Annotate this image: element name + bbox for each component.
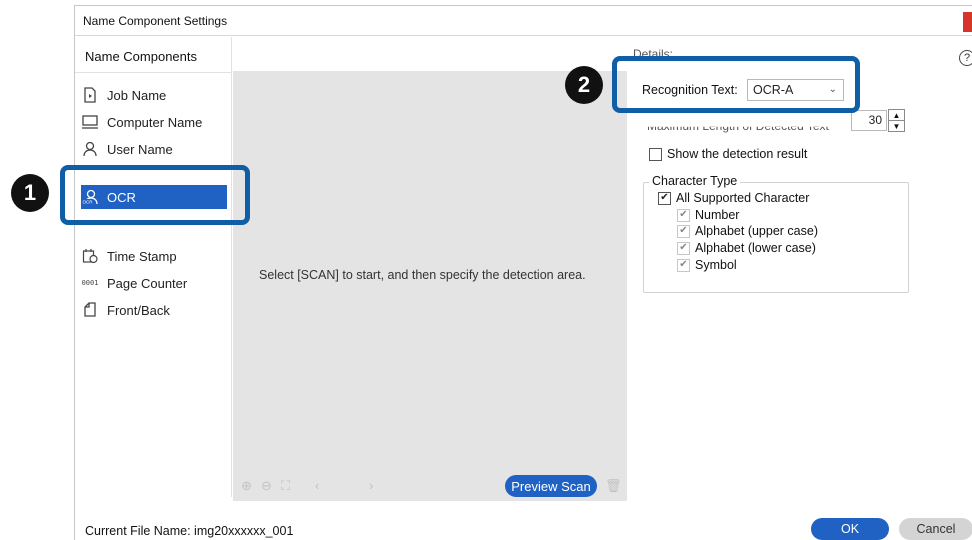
preview-instruction: Select [SCAN] to start, and then specify… <box>259 268 586 282</box>
nav-item-label: Computer Name <box>107 114 203 130</box>
alphabet-lower-checkbox[interactable]: ✔ Alphabet (lower case) <box>677 241 816 255</box>
previous-page-icon[interactable]: ‹ <box>315 478 319 493</box>
user-icon <box>81 141 99 157</box>
counter-icon: 0001 <box>81 279 99 287</box>
check-icon[interactable]: ✔ <box>677 208 690 222</box>
nav-item-page-counter[interactable]: 0001 Page Counter <box>81 272 227 294</box>
preview-scan-button[interactable]: Preview Scan <box>505 475 597 497</box>
nav-item-front-back[interactable]: Front/Back <box>81 299 227 321</box>
current-file-name: Current File Name: img20xxxxxx_001 <box>85 524 294 538</box>
number-label: Number <box>695 208 740 222</box>
number-checkbox[interactable]: ✔ Number <box>677 208 739 222</box>
computer-icon <box>81 114 99 130</box>
checkbox-box[interactable] <box>649 147 662 161</box>
nav-item-time-stamp[interactable]: Time Stamp <box>81 245 227 267</box>
fit-page-icon[interactable]: ⛶ <box>281 478 290 494</box>
cancel-button[interactable]: Cancel <box>899 518 972 540</box>
check-icon[interactable]: ✔ <box>658 191 671 205</box>
nav-item-job-name[interactable]: Job Name <box>81 84 227 106</box>
nav-item-label: User Name <box>107 141 173 157</box>
nav-item-computer-name[interactable]: Computer Name <box>81 111 227 133</box>
name-components-header: Name Components <box>75 37 232 73</box>
symbol-label: Symbol <box>695 258 737 272</box>
nav-item-user-name[interactable]: User Name <box>81 138 227 160</box>
nav-item-label: Front/Back <box>107 302 170 318</box>
callout-highlight-recognition <box>612 56 860 113</box>
ok-button[interactable]: OK <box>811 518 889 540</box>
screenshot-stage: Name Component Settings Name Components … <box>0 0 972 540</box>
page-icon <box>81 302 99 318</box>
callout-badge-1: 1 <box>11 174 49 212</box>
stepper-up-icon[interactable]: ▲ <box>889 110 904 121</box>
title-bar: Name Component Settings <box>75 6 972 36</box>
preview-toolbar: ⊕ ⊖ ⛶ ‹ › Preview Scan 🗑 <box>233 469 627 501</box>
alphabet-upper-label: Alphabet (upper case) <box>695 224 818 238</box>
help-icon[interactable]: ? <box>959 50 972 66</box>
nav-item-label: Job Name <box>107 87 167 103</box>
calendar-icon <box>81 248 99 264</box>
max-length-stepper[interactable]: ▲ ▼ <box>888 109 905 132</box>
window-title: Name Component Settings <box>83 14 228 28</box>
nav-item-label: Time Stamp <box>107 248 177 264</box>
next-page-icon[interactable]: › <box>369 478 373 493</box>
zoom-in-icon[interactable]: ⊕ <box>241 478 252 494</box>
job-icon <box>81 87 99 103</box>
name-components-pane: Name Components Job Name Computer Name U… <box>75 37 232 497</box>
scan-preview-area[interactable]: Select [SCAN] to start, and then specify… <box>233 71 627 469</box>
zoom-out-icon[interactable]: ⊖ <box>261 478 272 494</box>
callout-highlight-ocr <box>60 165 250 225</box>
all-supported-character-label: All Supported Character <box>676 191 810 205</box>
max-length-label: Maximum Length of Detected Text <box>647 119 829 133</box>
name-components-title: Name Components <box>85 49 197 64</box>
character-type-title: Character Type <box>649 174 741 188</box>
nav-item-label: Page Counter <box>107 275 188 291</box>
stepper-down-icon[interactable]: ▼ <box>889 121 904 132</box>
max-length-input[interactable]: 30 <box>851 110 887 131</box>
trash-icon[interactable]: 🗑 <box>605 478 622 494</box>
all-supported-character-checkbox[interactable]: ✔ All Supported Character <box>658 191 809 205</box>
show-detection-result-label: Show the detection result <box>667 147 808 161</box>
callout-badge-2: 2 <box>565 66 603 104</box>
alphabet-upper-checkbox[interactable]: ✔ Alphabet (upper case) <box>677 224 818 238</box>
show-detection-result-checkbox[interactable]: Show the detection result <box>649 147 807 161</box>
check-icon[interactable]: ✔ <box>677 224 690 238</box>
check-icon[interactable]: ✔ <box>677 258 690 272</box>
alphabet-lower-label: Alphabet (lower case) <box>695 241 816 255</box>
check-icon[interactable]: ✔ <box>677 241 690 255</box>
symbol-checkbox[interactable]: ✔ Symbol <box>677 258 737 272</box>
close-button[interactable] <box>963 12 972 32</box>
